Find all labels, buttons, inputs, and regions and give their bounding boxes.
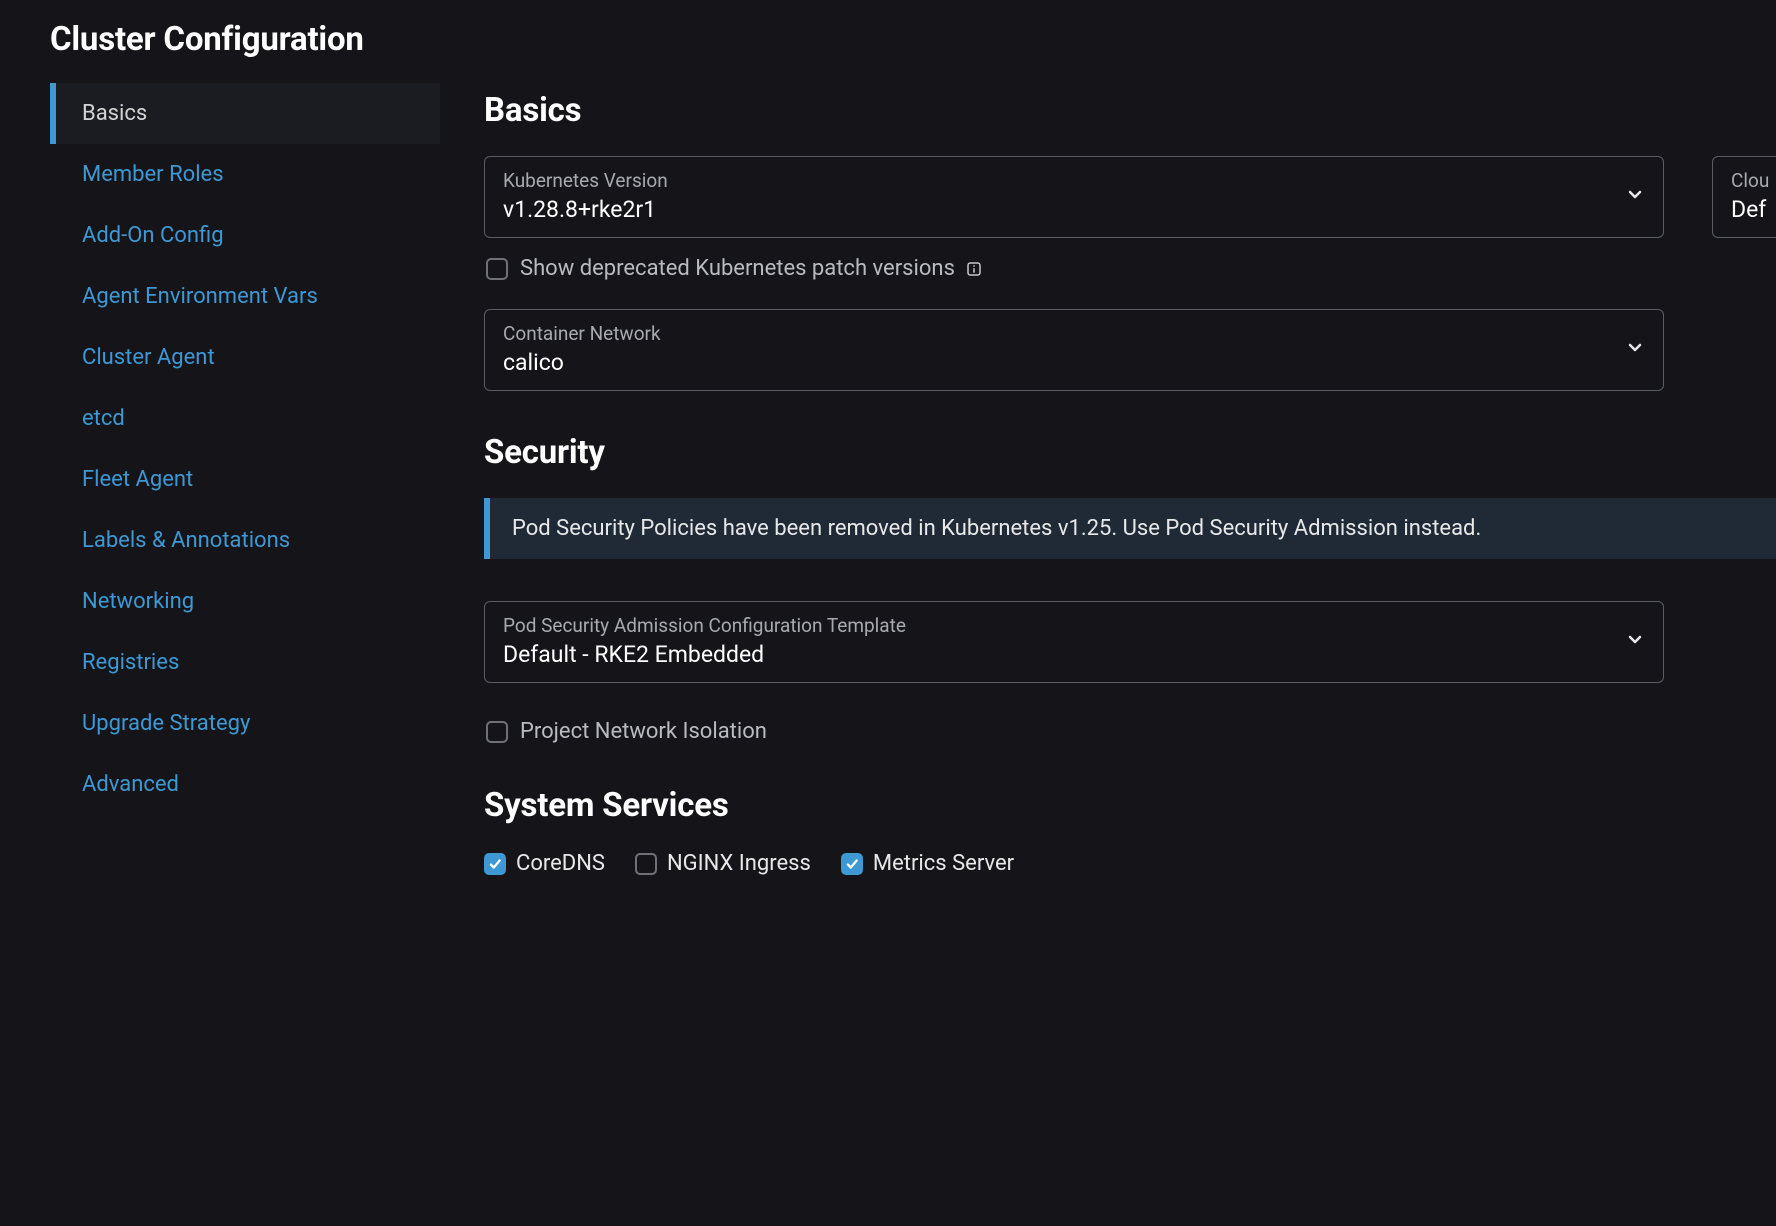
show-deprecated-checkbox-row: Show deprecated Kubernetes patch version… [486,256,1776,281]
sidebar-item-label: Member Roles [82,162,224,187]
page-title: Cluster Configuration [50,20,1776,59]
section-title-security: Security [484,433,1776,472]
sidebar-item-networking[interactable]: Networking [50,571,440,632]
field-label: Clou [1731,169,1769,192]
sidebar-item-label: Registries [82,650,179,675]
chevron-down-icon [1625,185,1645,210]
cloud-provider-select[interactable]: Clou Def [1712,156,1776,238]
coredns-checkbox[interactable] [484,853,506,875]
field-label: Pod Security Admission Configuration Tem… [503,614,1613,637]
sidebar-item-label: etcd [82,406,125,431]
sidebar-item-advanced[interactable]: Advanced [50,754,440,815]
sidebar-item-label: Advanced [82,772,179,797]
sidebar-item-label: Cluster Agent [82,345,215,370]
checkbox-label: Project Network Isolation [520,719,767,744]
sidebar-item-label: Fleet Agent [82,467,193,492]
show-deprecated-checkbox[interactable] [486,258,508,280]
option-label: Metrics Server [873,851,1014,876]
coredns-option[interactable]: CoreDNS [484,851,605,876]
sidebar-item-addon-config[interactable]: Add-On Config [50,205,440,266]
metrics-server-option[interactable]: Metrics Server [841,851,1014,876]
section-title-basics: Basics [484,91,1776,130]
section-title-system-services: System Services [484,786,1776,825]
sidebar-item-cluster-agent[interactable]: Cluster Agent [50,327,440,388]
sidebar-item-label: Labels & Annotations [82,528,290,553]
field-label: Kubernetes Version [503,169,1613,192]
sidebar-item-label: Basics [82,101,147,126]
sidebar-item-upgrade-strategy[interactable]: Upgrade Strategy [50,693,440,754]
sidebar-item-basics[interactable]: Basics [50,83,440,144]
kubernetes-version-select[interactable]: Kubernetes Version v1.28.8+rke2r1 [484,156,1664,238]
sidebar-item-member-roles[interactable]: Member Roles [50,144,440,205]
chevron-down-icon [1625,338,1645,363]
sidebar-item-fleet-agent[interactable]: Fleet Agent [50,449,440,510]
option-label: CoreDNS [516,851,605,876]
chevron-down-icon [1625,630,1645,655]
field-value: Default - RKE2 Embedded [503,641,1613,668]
option-label: NGINX Ingress [667,851,811,876]
nginx-ingress-option[interactable]: NGINX Ingress [635,851,811,876]
field-value: calico [503,349,1613,376]
metrics-server-checkbox[interactable] [841,853,863,875]
sidebar-item-label: Add-On Config [82,223,224,248]
content: Basics Kubernetes Version v1.28.8+rke2r1… [484,83,1776,876]
sidebar-item-etcd[interactable]: etcd [50,388,440,449]
project-network-isolation-row: Project Network Isolation [486,719,1776,744]
system-services-options: CoreDNS NGINX Ingress Metrics Server [484,851,1776,876]
checkbox-label: Show deprecated Kubernetes patch version… [520,256,955,281]
sidebar-item-label: Agent Environment Vars [82,284,318,309]
sidebar-item-label: Networking [82,589,194,614]
sidebar-item-label: Upgrade Strategy [82,711,250,736]
project-network-isolation-checkbox[interactable] [486,721,508,743]
info-icon[interactable] [963,258,985,280]
sidebar-item-registries[interactable]: Registries [50,632,440,693]
field-label: Container Network [503,322,1613,345]
nginx-ingress-checkbox[interactable] [635,853,657,875]
sidebar-item-agent-env-vars[interactable]: Agent Environment Vars [50,266,440,327]
sidebar-item-labels-annotations[interactable]: Labels & Annotations [50,510,440,571]
psa-template-select[interactable]: Pod Security Admission Configuration Tem… [484,601,1664,683]
field-value: v1.28.8+rke2r1 [503,196,1613,223]
banner-text: Pod Security Policies have been removed … [512,516,1481,541]
psp-removed-banner: Pod Security Policies have been removed … [484,498,1776,559]
sidebar: Basics Member Roles Add-On Config Agent … [50,83,440,876]
container-network-select[interactable]: Container Network calico [484,309,1664,391]
field-value: Def [1731,196,1769,223]
